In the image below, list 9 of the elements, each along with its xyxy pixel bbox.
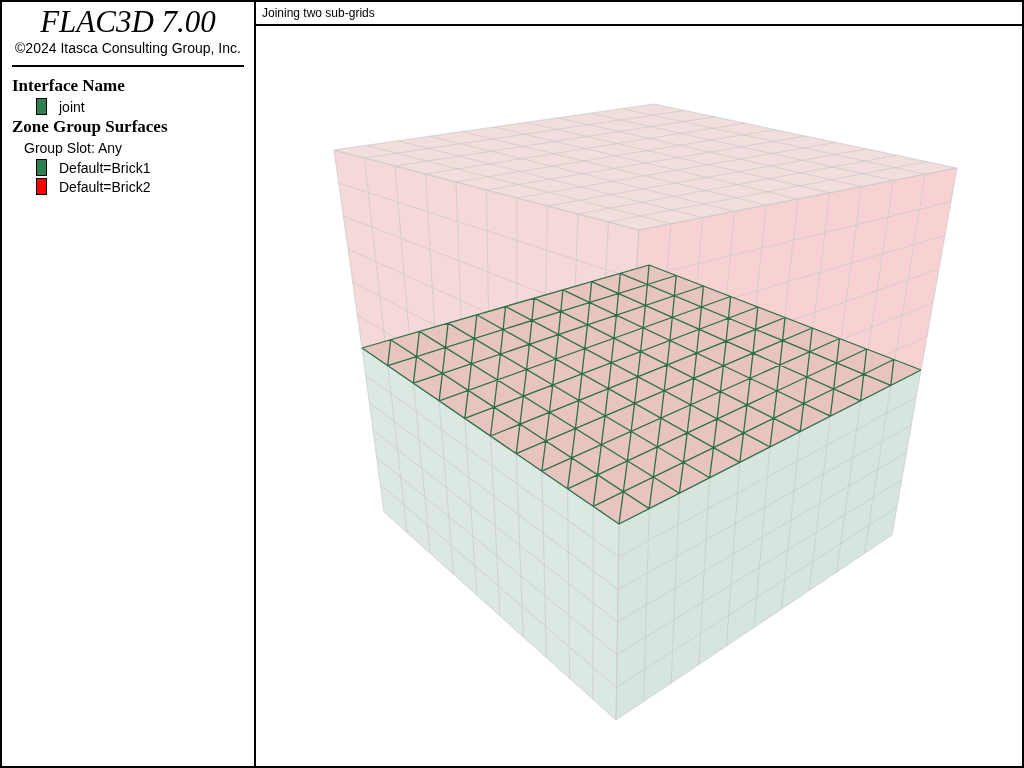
legend-label: Default=Brick1 [59,159,151,176]
legend-label: Default=Brick2 [59,178,151,195]
legend-subheading: Group Slot: Any [23,139,124,158]
copyright-text: ©2024 Itasca Consulting Group, Inc. [14,40,242,56]
legend-heading: Interface Name [12,75,126,97]
view-title: Joining two sub-grids [256,2,1022,26]
legend-label: joint [59,98,85,115]
legend-heading: Zone Group Surfaces [12,116,169,138]
app-title: FLAC3D 7.00 [39,6,217,38]
